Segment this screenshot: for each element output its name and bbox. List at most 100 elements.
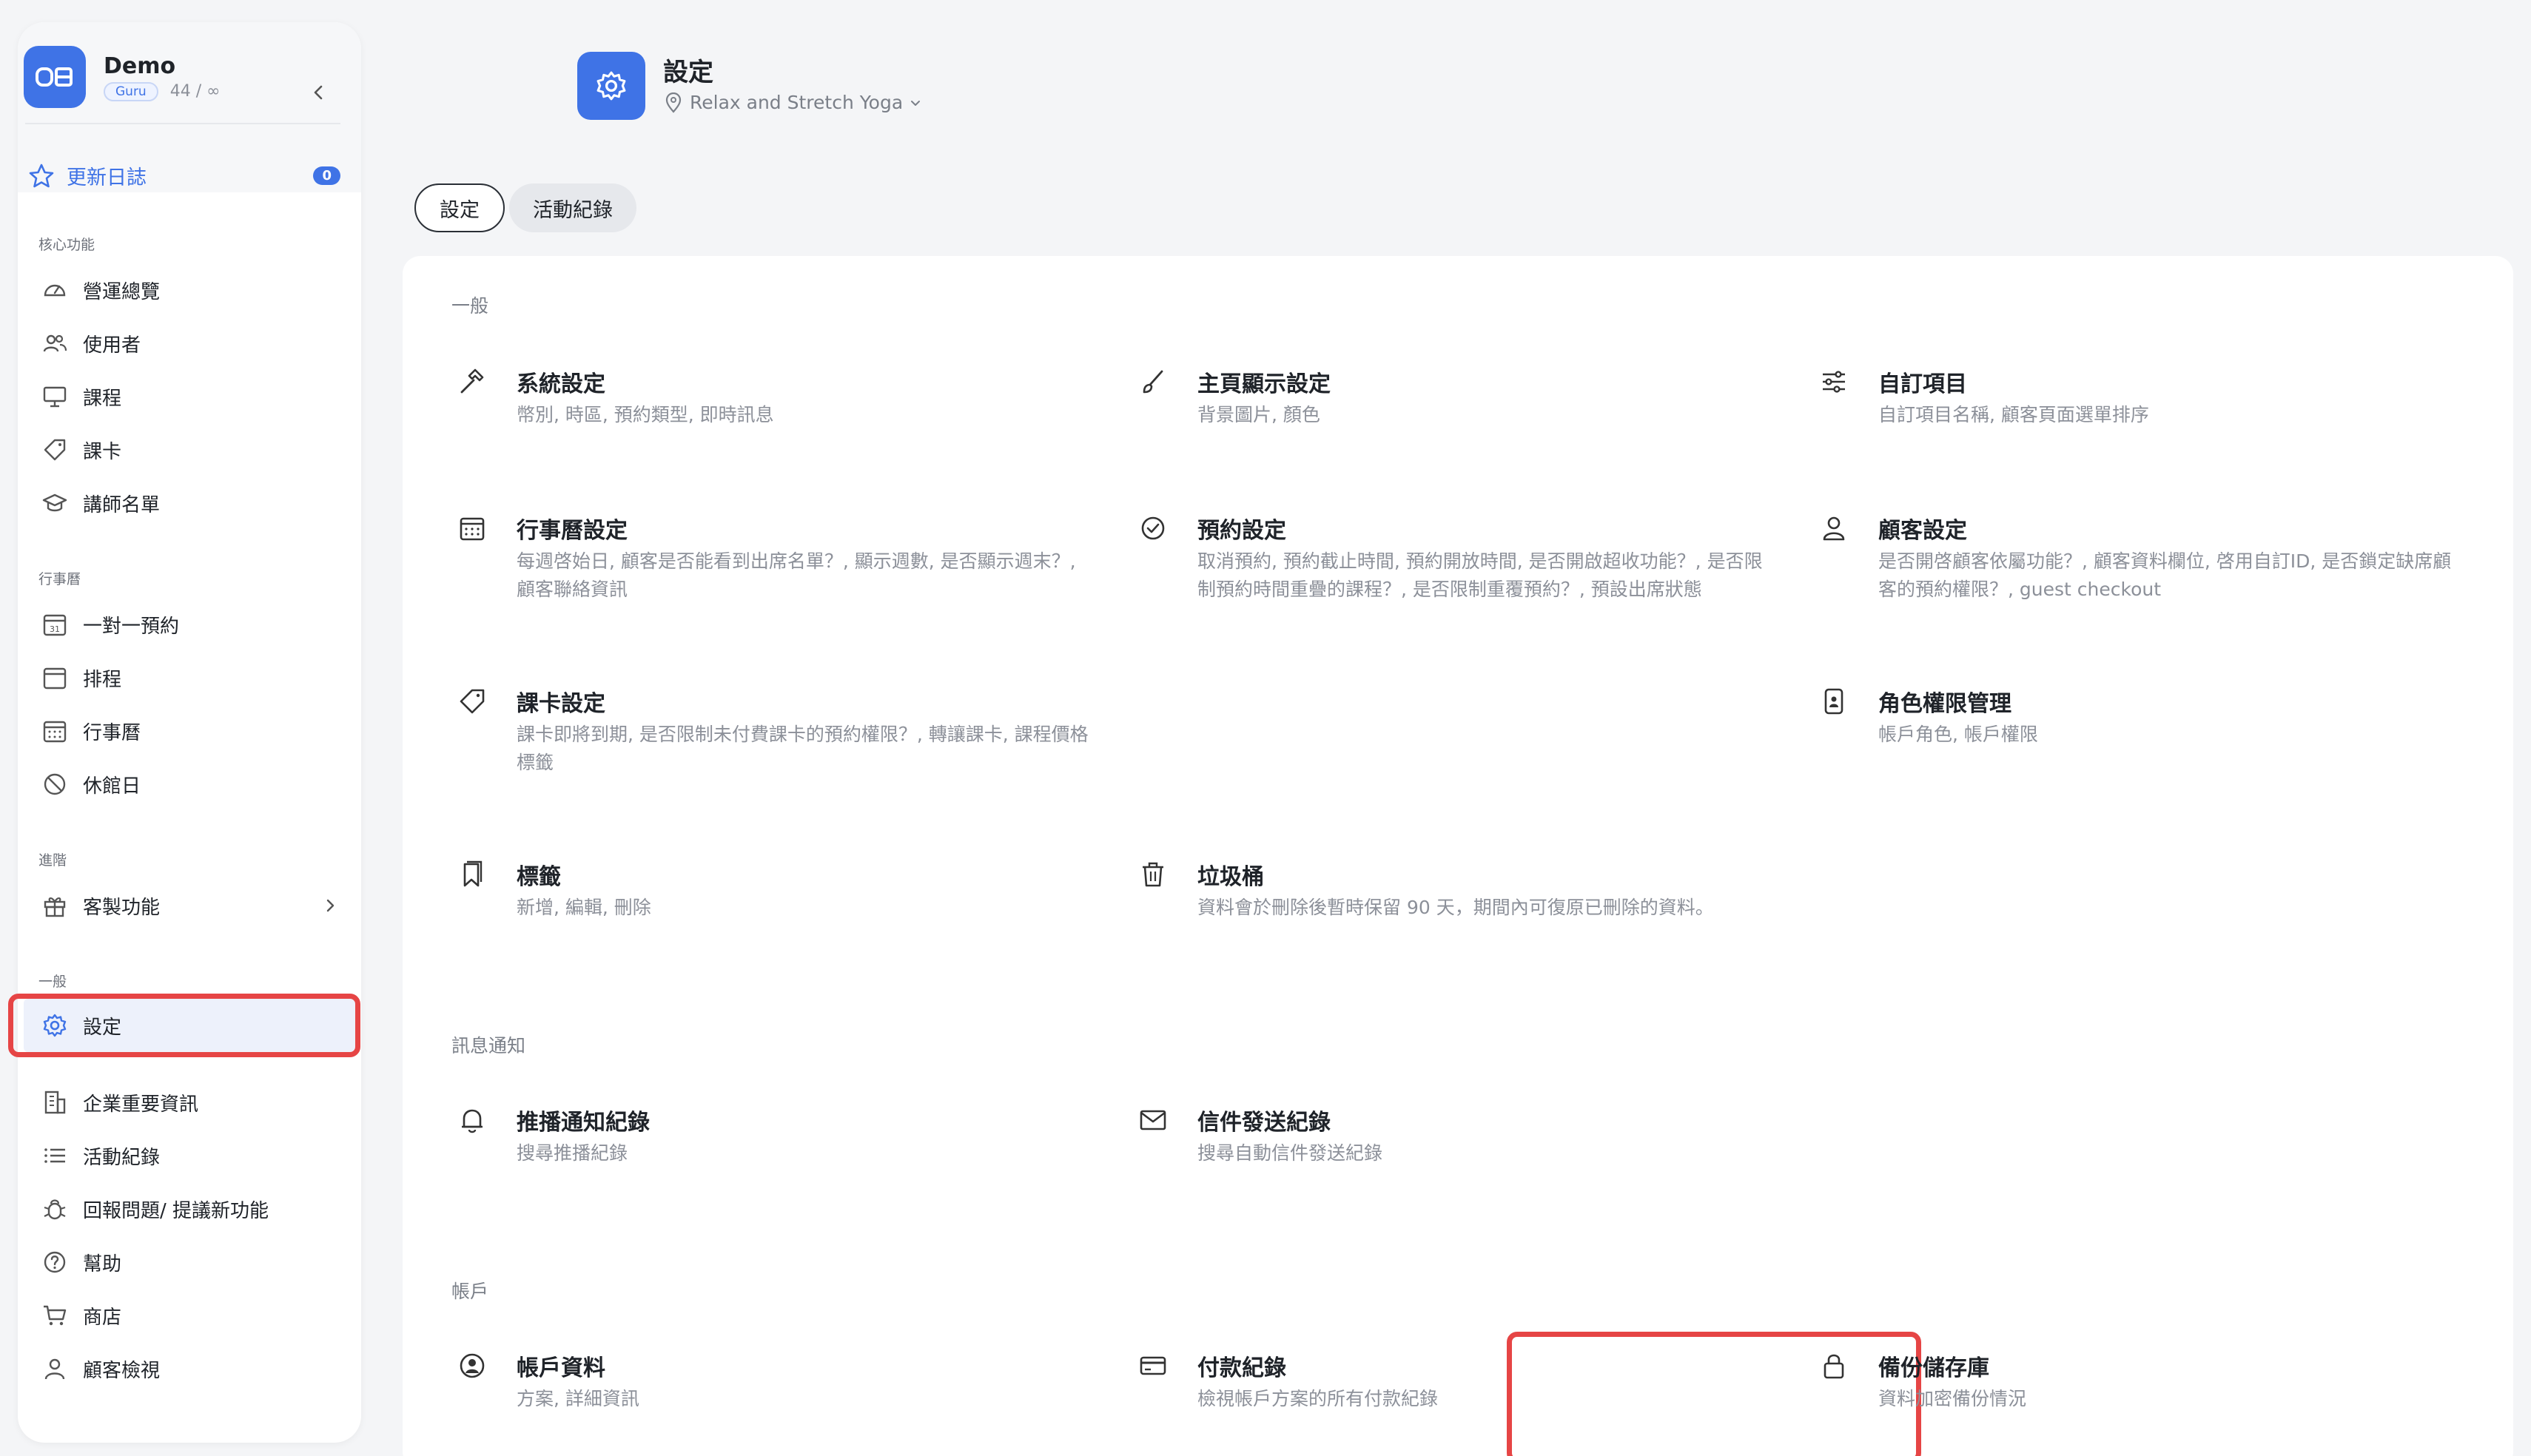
settings-item-customer[interactable]: 顧客設定 是否開啓顧客依屬功能？, 顧客資料欄位, 啓用自訂ID, 是否鎖定缺席…	[1819, 512, 2456, 605]
item-description: 帳戶角色, 帳戶權限	[1878, 724, 2038, 745]
settings-item-backup[interactable]: 備份儲存庫 資料加密備份情況	[1819, 1349, 2456, 1416]
item-description: 資料會於刪除後暫時保留 90 天，期間內可復原已刪除的資料。	[1197, 897, 1714, 918]
item-description: 每週啓始日, 顧客是否能看到出席名單？, 顯示週數, 是否顯示週末？, 顧客聯絡…	[517, 550, 1076, 600]
settings-item-system[interactable]: 系統設定 幣別, 時區, 預約類型, 即時訊息	[457, 365, 1094, 432]
item-title: 系統設定	[517, 371, 605, 397]
item-description: 新增, 編輯, 刪除	[517, 897, 651, 918]
sidebar-item-one-on-one[interactable]: 31 一對一預約	[41, 605, 340, 644]
lock-icon	[1824, 1354, 1844, 1379]
location-name: Relax and Stretch Yoga	[690, 92, 904, 113]
sidebar-item-report-issue[interactable]: 回報問題/ 提議新功能	[41, 1190, 340, 1228]
brand-name: Demo	[104, 53, 176, 79]
section-label-advanced: 進階	[38, 852, 67, 869]
user-circle-icon	[460, 1353, 485, 1378]
item-title: 預約設定	[1197, 518, 1286, 544]
item-title: 標籤	[517, 864, 561, 890]
settings-item-homepage[interactable]: 主頁顯示設定 背景圖片, 顏色	[1138, 365, 1775, 432]
sidebar-item-custom-features[interactable]: 客製功能	[41, 886, 340, 925]
sidebar-item-label: 客製功能	[83, 896, 161, 919]
calendar-date-icon: 31	[43, 614, 67, 636]
user-icon	[44, 1358, 65, 1380]
item-title: 付款紀錄	[1197, 1355, 1286, 1381]
settings-item-booking[interactable]: 預約設定 取消預約, 預約截止時間, 預約開放時間, 是否開啟超收功能？, 是否…	[1138, 512, 1775, 605]
usage-count: 44 / ∞	[169, 82, 221, 101]
item-description: 幣別, 時區, 預約類型, 即時訊息	[517, 404, 774, 425]
highlight-outline-settings	[8, 994, 360, 1057]
item-title: 帳戶資料	[517, 1355, 605, 1381]
bell-icon	[462, 1109, 483, 1133]
divider	[25, 123, 340, 124]
settings-item-account-info[interactable]: 帳戶資料 方案, 詳細資訊	[457, 1349, 1094, 1416]
brush-icon	[1143, 370, 1163, 394]
settings-item-push-log[interactable]: 推播通知紀錄 搜尋推播紀錄	[457, 1104, 1094, 1170]
mail-icon	[1140, 1110, 1166, 1130]
sidebar-item-closed-days[interactable]: 休館日	[41, 765, 340, 803]
sidebar-item-schedule[interactable]: 排程	[41, 658, 340, 697]
gift-icon	[44, 897, 66, 917]
sidebar-item-shop[interactable]: 商店	[41, 1296, 340, 1335]
sliders-icon	[1823, 371, 1845, 393]
changelog-link[interactable]: 更新日誌 0	[28, 161, 340, 190]
collapse-sidebar-button[interactable]	[306, 80, 332, 105]
sidebar-item-customer-view[interactable]: 顧客檢視	[41, 1349, 340, 1388]
location-selector[interactable]: Relax and Stretch Yoga	[665, 92, 924, 113]
chevron-right-icon	[326, 899, 335, 912]
sidebar-item-instructors[interactable]: 講師名單	[41, 484, 340, 522]
item-description: 資料加密備份情況	[1878, 1388, 2027, 1409]
sidebar-item-label: 休館日	[83, 775, 141, 798]
sidebar-item-class-cards[interactable]: 課卡	[41, 431, 340, 469]
item-title: 行事曆設定	[517, 518, 628, 544]
settings-item-calendar[interactable]: 行事曆設定 每週啓始日, 顧客是否能看到出席名單？, 顯示週數, 是否顯示週末？…	[457, 512, 1094, 605]
item-title: 顧客設定	[1878, 518, 1967, 544]
item-title: 信件發送紀錄	[1197, 1110, 1331, 1136]
item-description: 搜尋推播紀錄	[517, 1142, 628, 1164]
prohibited-icon	[44, 773, 66, 795]
brand[interactable]: Demo Guru 44 / ∞	[24, 46, 354, 108]
sidebar-item-label: 課卡	[83, 440, 122, 463]
graduation-cap-icon	[42, 493, 67, 512]
item-title: 自訂項目	[1878, 371, 1967, 397]
item-title: 垃圾桶	[1197, 864, 1264, 890]
item-title: 角色權限管理	[1878, 691, 2011, 717]
item-description: 檢視帳戶方案的所有付款紀錄	[1197, 1388, 1439, 1409]
settings-item-custom-items[interactable]: 自訂項目 自訂項目名稱, 顧客頁面選單排序	[1819, 365, 2456, 432]
section-label-calendar: 行事曆	[38, 571, 81, 587]
item-description: 課卡即將到期, 是否限制未付費課卡的預約權限？, 轉讓課卡, 課程價格標籤	[517, 724, 1089, 773]
settings-item-trash[interactable]: 垃圾桶 資料會於刪除後暫時保留 90 天，期間內可復原已刪除的資料。	[1138, 858, 1775, 925]
calendar-grid-icon	[43, 721, 67, 743]
item-description: 方案, 詳細資訊	[517, 1388, 639, 1409]
sidebar-item-company-info[interactable]: 企業重要資訊	[41, 1083, 340, 1122]
settings-item-roles[interactable]: 角色權限管理 帳戶角色, 帳戶權限	[1819, 685, 2456, 752]
section-label-general: 一般	[38, 974, 67, 990]
trash-icon	[1143, 862, 1163, 887]
user-icon	[1823, 516, 1845, 541]
id-badge-icon	[1824, 688, 1843, 715]
calendar-grid-icon	[460, 517, 485, 541]
check-circle-icon	[1141, 516, 1165, 540]
settings-item-mail-log[interactable]: 信件發送紀錄 搜尋自動信件發送紀錄	[1138, 1104, 1775, 1170]
sidebar-item-label: 企業重要資訊	[83, 1093, 199, 1116]
tab-activity-log[interactable]: 活動紀錄	[509, 183, 636, 232]
tag-icon	[44, 439, 66, 461]
sidebar-item-users[interactable]: 使用者	[41, 324, 340, 363]
sidebar-item-calendar[interactable]: 行事曆	[41, 712, 340, 750]
settings-item-tags[interactable]: 標籤 新增, 編輯, 刪除	[457, 858, 1094, 925]
sidebar-item-courses[interactable]: 課程	[41, 377, 340, 416]
item-description: 是否開啓顧客依屬功能？, 顧客資料欄位, 啓用自訂ID, 是否鎖定缺席顧客的預約…	[1878, 550, 2452, 600]
settings-item-payment-log[interactable]: 付款紀錄 檢視帳戶方案的所有付款紀錄	[1138, 1349, 1775, 1416]
bug-icon	[44, 1199, 66, 1220]
item-title: 備份儲存庫	[1878, 1355, 1989, 1381]
tab-settings[interactable]: 設定	[414, 183, 505, 232]
sidebar-header: Demo Guru 44 / ∞ 更新日誌 0	[18, 22, 361, 192]
sidebar-item-overview[interactable]: 營運總覽	[41, 271, 340, 309]
sidebar-item-label: 一對一預約	[83, 615, 180, 638]
sidebar-item-label: 講師名單	[83, 493, 161, 516]
sidebar-item-label: 使用者	[83, 334, 141, 357]
tag-icon	[460, 689, 485, 714]
sidebar-item-activity-log[interactable]: 活動紀錄	[41, 1136, 340, 1175]
settings-item-class-card[interactable]: 課卡設定 課卡即將到期, 是否限制未付費課卡的預約權限？, 轉讓課卡, 課程價格…	[457, 685, 1094, 778]
sidebar-item-help[interactable]: 幫助	[41, 1243, 340, 1281]
sidebar-item-label: 回報問題/ 提議新功能	[83, 1199, 269, 1222]
gear-icon	[596, 71, 626, 101]
chevron-down-icon	[911, 100, 921, 106]
